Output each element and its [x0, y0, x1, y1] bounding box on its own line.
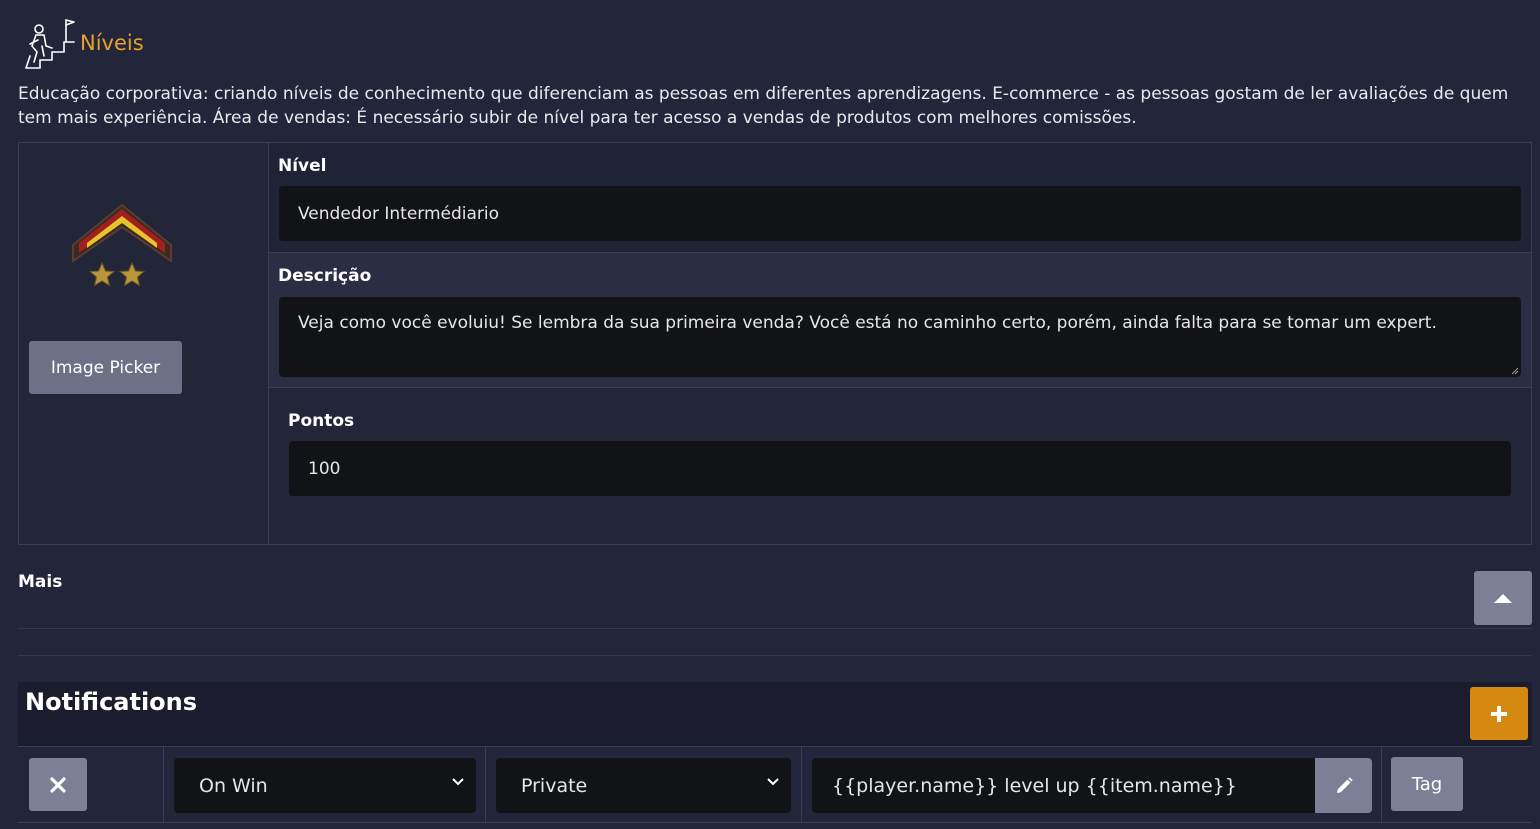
divider: [18, 628, 1532, 629]
level-card: Image Picker Nível Vendedor Intermédiari…: [18, 142, 1532, 545]
visibility-select[interactable]: Private: [496, 758, 791, 813]
descricao-section: Descrição Veja como você evoluiu! Se lem…: [269, 253, 1531, 388]
image-picker-panel: Image Picker: [19, 143, 269, 544]
visibility-value: Private: [521, 774, 588, 797]
nivel-section: Nível Vendedor Intermédiario: [269, 143, 1531, 253]
remove-cell: [18, 747, 163, 823]
nivel-input[interactable]: Vendedor Intermédiario: [279, 186, 1521, 241]
collapse-toggle-button[interactable]: [1474, 571, 1532, 625]
mais-label: Mais: [18, 572, 63, 592]
notification-row: On Win Private {{player.name}} level up …: [18, 746, 1532, 823]
pontos-label: Pontos: [288, 411, 355, 431]
page-description: Educação corporativa: criando níveis de …: [18, 84, 1509, 128]
page-title: Níveis: [80, 31, 144, 55]
resize-handle-icon[interactable]: [1509, 365, 1519, 375]
descricao-text: Veja como você evoluiu! Se lembra da sua…: [298, 313, 1437, 333]
pontos-section: Pontos 100: [269, 388, 1531, 544]
rank-chevron-two-stars-icon: [72, 203, 172, 287]
divider: [18, 655, 1532, 656]
tag-button[interactable]: Tag: [1391, 757, 1463, 811]
chevron-down-icon: [767, 778, 779, 786]
level-form: Nível Vendedor Intermédiario Descrição V…: [269, 143, 1531, 544]
notifications-header: Notifications: [18, 682, 1532, 746]
tag-cell: Tag: [1381, 747, 1532, 823]
caret-up-icon: [1494, 594, 1512, 603]
message-template-input[interactable]: {{player.name}} level up {{item.name}}: [812, 758, 1315, 813]
visibility-cell: Private: [485, 747, 801, 823]
trigger-cell: On Win: [163, 747, 485, 823]
image-picker-button[interactable]: Image Picker: [29, 341, 182, 394]
pontos-input[interactable]: 100: [289, 441, 1511, 496]
page-header: Níveis: [22, 16, 144, 72]
nivel-label: Nível: [278, 156, 327, 176]
leveling-person-stairs-icon: [25, 19, 75, 69]
chevron-down-icon: [452, 778, 464, 786]
descricao-label: Descrição: [278, 266, 372, 286]
notifications-title: Notifications: [25, 688, 198, 716]
pencil-icon: [1336, 776, 1353, 793]
add-notification-button[interactable]: [1470, 687, 1528, 740]
trigger-select[interactable]: On Win: [174, 758, 476, 813]
close-icon: [50, 776, 66, 793]
template-cell: {{player.name}} level up {{item.name}}: [801, 747, 1381, 823]
remove-notification-button[interactable]: [29, 758, 87, 811]
plus-icon: [1491, 705, 1507, 722]
descricao-textarea[interactable]: Veja como você evoluiu! Se lembra da sua…: [279, 297, 1521, 377]
edit-template-button[interactable]: [1315, 758, 1372, 813]
trigger-value: On Win: [199, 774, 268, 797]
